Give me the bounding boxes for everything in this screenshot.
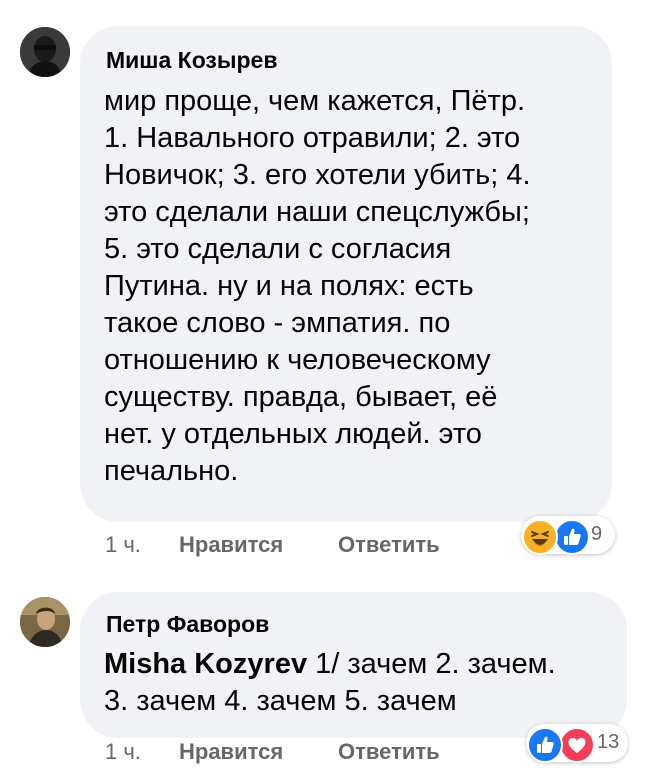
- timestamp[interactable]: 1 ч.: [105, 532, 141, 558]
- reply-button[interactable]: Ответить: [338, 739, 440, 765]
- comment-text-line: отношению к человеческому: [104, 344, 491, 376]
- comment-text-line: 1. Навального отравили; 2. это: [104, 122, 521, 154]
- like-button[interactable]: Нравится: [179, 739, 283, 765]
- comment-bubble: Миша Козырев мир проще, чем кажется, Пёт…: [80, 26, 612, 522]
- comment-text-line: такое слово - эмпатия. по: [104, 307, 451, 339]
- comment-text-segment: 1/ зачем 2. зачем.: [307, 648, 556, 680]
- comment-1: Миша Козырев мир проще, чем кажется, Пёт…: [0, 0, 654, 570]
- reactions-summary[interactable]: 13: [526, 724, 628, 763]
- comment-2: Петр Фаворов Misha Kozyrev 1/ зачем 2. з…: [0, 570, 654, 784]
- comment-author[interactable]: Петр Фаворов: [106, 611, 269, 638]
- comment-text-line: Путина. ну и на полях: есть: [104, 270, 474, 302]
- avatar[interactable]: [20, 597, 70, 647]
- reactions-summary[interactable]: 9: [521, 516, 615, 555]
- comment-text-line: мир проще, чем кажется, Пётр.: [104, 85, 526, 117]
- timestamp[interactable]: 1 ч.: [105, 739, 141, 765]
- avatar-photo: [20, 27, 70, 77]
- comment-text-line: Новичок; 3. его хотели убить; 4.: [104, 159, 531, 191]
- avatar[interactable]: [20, 27, 70, 77]
- haha-reaction-icon: [522, 519, 558, 555]
- comment-text-line: Misha Kozyrev 1/ зачем 2. зачем.: [104, 646, 556, 683]
- reply-button[interactable]: Ответить: [338, 532, 440, 558]
- comment-author[interactable]: Миша Козырев: [106, 47, 278, 74]
- love-reaction-icon: [559, 727, 595, 763]
- like-reaction-icon: [527, 727, 563, 763]
- comment-text-line: это сделали наши спецслужбы;: [104, 196, 530, 228]
- comment-text-line: печально.: [104, 455, 239, 487]
- mention-link[interactable]: Misha Kozyrev: [104, 648, 307, 680]
- comment-bubble: Петр Фаворов Misha Kozyrev 1/ зачем 2. з…: [80, 592, 627, 738]
- like-button[interactable]: Нравится: [179, 532, 283, 558]
- reaction-count: 9: [591, 523, 603, 545]
- avatar-photo: [20, 597, 70, 647]
- comment-text-line: 3. зачем 4. зачем 5. зачем: [104, 685, 457, 717]
- reaction-count: 13: [597, 731, 620, 753]
- comment-text-line: 5. это сделали с согласия: [104, 233, 452, 265]
- comment-text-line: нет. у отдельных людей. это: [104, 418, 482, 450]
- like-reaction-icon: [554, 519, 590, 555]
- comment-text-line: существу. правда, бывает, её: [104, 381, 498, 413]
